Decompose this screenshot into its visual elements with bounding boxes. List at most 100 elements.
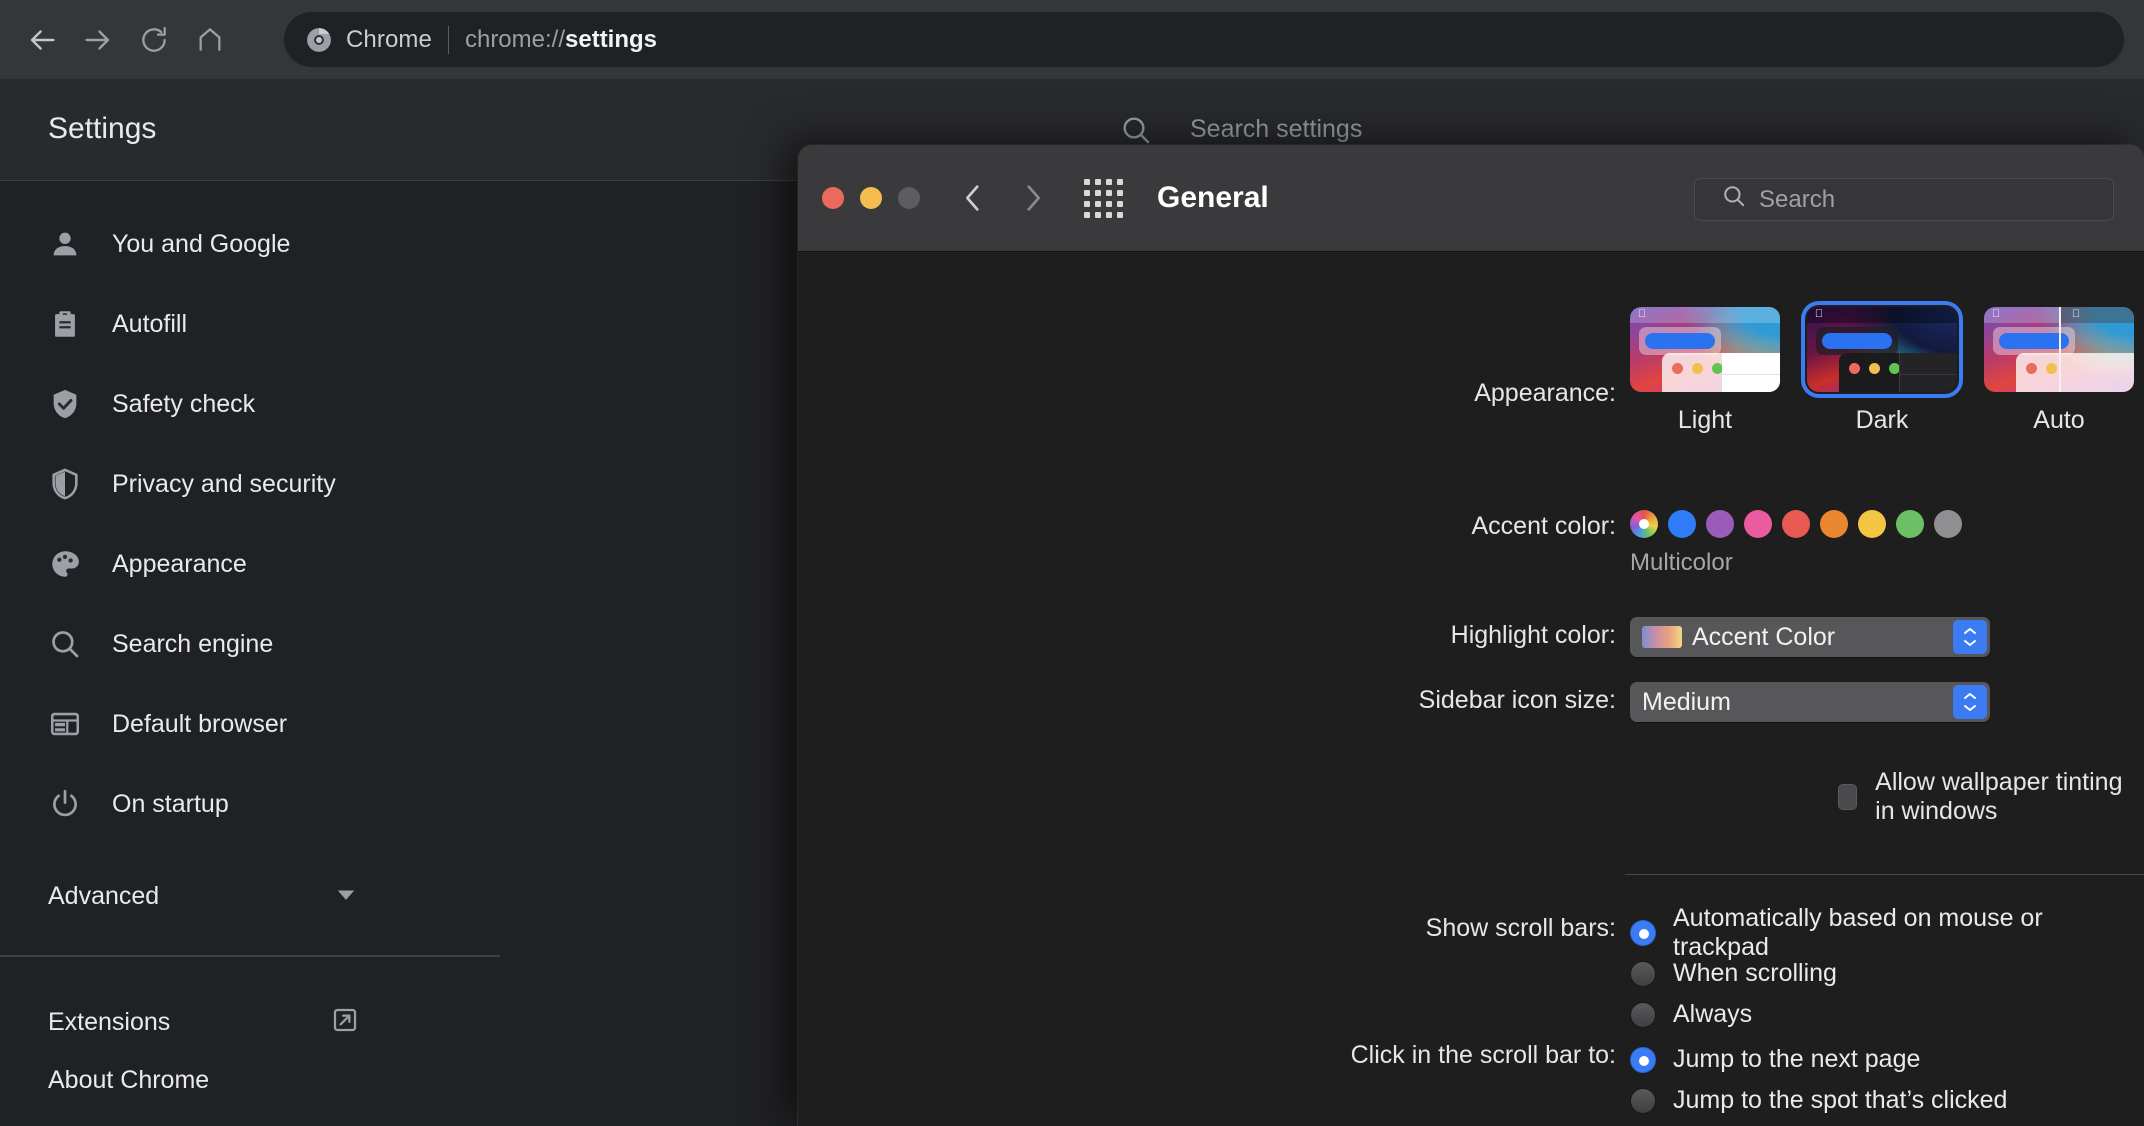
appearance-option-auto[interactable]:  [1984,307,2134,435]
dialog-button-preview [1822,333,1892,349]
appearance-setting-row: Appearance:  Light [1474,301,2134,435]
omnibox-app-name: Chrome [346,25,432,53]
sidebar-item-search-engine[interactable]: Search engine [0,615,800,673]
wallpaper-tinting-checkbox[interactable] [1838,784,1858,810]
sidebar-item-autofill[interactable]: Autofill [0,295,800,353]
accent-swatch-pink[interactable] [1744,510,1772,538]
sidebar-nav-list: You and Google Autofill Safety check Pri… [0,181,800,833]
traffic-lights-preview [1672,363,1723,374]
radio-button[interactable] [1630,919,1656,946]
sidebar-item-default-browser[interactable]: Default browser [0,695,800,753]
sidebar-item-label: You and Google [112,229,291,258]
scrollbar-option-always[interactable]: Always [1630,994,2144,1035]
scroll-click-option-next-page[interactable]: Jump to the next page [1630,1039,2007,1080]
accent-color-swatches [1630,510,1962,538]
highlight-color-row: Highlight color: Accent Color [1451,617,1990,657]
accent-swatch-multicolor[interactable] [1630,510,1658,538]
sidebar-item-label: Search engine [112,629,274,658]
sidebar-item-safety-check[interactable]: Safety check [0,375,800,433]
radio-button[interactable] [1630,1046,1656,1073]
prefs-search-field[interactable]: Search [1694,178,2114,221]
radio-label: Automatically based on mouse or trackpad [1673,903,2043,961]
appearance-thumb-dark[interactable]:  [1801,301,1963,398]
dialog-button-preview [1645,333,1715,349]
wallpaper-tinting-label: Allow wallpaper tinting in windows [1875,768,2123,825]
sidebar-item-label: Default browser [112,709,288,738]
forward-chevron-icon[interactable] [1022,181,1044,215]
traffic-lights-preview [1849,363,1900,374]
sidebar-item-label: Appearance [112,549,247,578]
scrollbar-option-automatic[interactable]: Automatically based on mouse or trackpad [1630,904,2144,961]
reload-icon[interactable] [132,18,176,62]
zoom-window-button[interactable] [898,187,920,209]
search-icon [1120,114,1152,146]
power-icon [48,787,82,821]
scroll-click-option-spot-clicked[interactable]: Jump to the spot that’s clicked [1630,1080,2007,1121]
sidebar-icon-size-value: Medium [1642,687,1731,716]
stepper-icon[interactable] [1953,685,1987,719]
prefs-titlebar: General Search [798,145,2144,252]
sidebar-item-label: Safety check [112,389,256,418]
forward-arrow-icon[interactable] [76,18,120,62]
accent-swatch-orange[interactable] [1820,510,1848,538]
external-link-icon [330,1005,360,1040]
omnibox-url-path: settings [565,25,658,53]
sidebar-item-about-chrome[interactable]: About Chrome [0,1051,800,1109]
omnibox-separator [447,25,449,54]
appearance-thumb-auto[interactable]:  [1984,307,2134,392]
shield-icon [48,467,82,501]
sidebar-item-label: On startup [112,789,229,818]
sidebar-item-label: About Chrome [48,1065,210,1094]
highlight-color-label: Highlight color: [1450,621,1616,649]
radio-label: Jump to the next page [1673,1045,1921,1073]
traffic-lights [822,187,920,209]
accent-swatch-red[interactable] [1782,510,1810,538]
omnibox-url: chrome://settings [465,26,657,54]
close-window-button[interactable] [822,187,844,209]
sidebar-item-label: Privacy and security [112,469,336,498]
radio-button[interactable] [1630,1087,1656,1114]
apple-logo-icon:  [1637,309,1647,320]
sidebar-item-label: Autofill [112,309,188,338]
sidebar-item-advanced[interactable]: Advanced [0,867,800,925]
appearance-label: Appearance: [1474,379,1616,407]
menubar-preview:  [1630,307,1780,323]
sidebar-item-on-startup[interactable]: On startup [0,775,800,833]
palette-icon [48,547,82,581]
menubar-preview:  [1807,307,1957,323]
browser-toolbar: Chrome chrome://settings [0,0,2144,79]
accent-swatch-green[interactable] [1896,510,1924,538]
radio-button[interactable] [1630,960,1656,987]
accent-swatch-graphite[interactable] [1934,510,1962,538]
stepper-icon[interactable] [1953,620,1987,654]
sidebar-icon-size-label: Sidebar icon size: [1418,686,1616,714]
radio-label: Jump to the spot that’s clicked [1673,1086,2008,1114]
sidebar-item-appearance[interactable]: Appearance [0,535,800,593]
sidebar-item-privacy-and-security[interactable]: Privacy and security [0,455,800,513]
apple-logo-icon:  [2071,309,2081,320]
omnibox-url-prefix: chrome:// [464,25,565,53]
minimize-window-button[interactable] [860,187,882,209]
show-all-grid-icon[interactable] [1084,178,1123,218]
back-arrow-icon[interactable] [20,18,64,62]
home-icon[interactable] [188,18,232,62]
wallpaper-tinting-row[interactable]: Allow wallpaper tinting in windows [1838,768,2144,826]
accent-swatch-yellow[interactable] [1858,510,1886,538]
appearance-thumb-light[interactable]:  [1630,307,1780,392]
settings-sidebar: You and Google Autofill Safety check Pri… [0,181,800,1126]
sidebar-icon-size-dropdown[interactable]: Medium [1630,682,1990,722]
accent-swatch-blue[interactable] [1668,510,1696,538]
sidebar-item-you-and-google[interactable]: You and Google [0,215,800,273]
sidebar-item-extensions[interactable]: Extensions [0,993,800,1051]
appearance-option-light[interactable]:  Light [1630,307,1780,435]
highlight-color-dropdown[interactable]: Accent Color [1630,617,1990,657]
traffic-lights-preview [2026,363,2057,374]
scroll-bar-click-row: Click in the scroll bar to: Jump to the … [1351,1039,2008,1121]
auto-split-divider [2059,307,2061,392]
omnibox[interactable]: Chrome chrome://settings [284,12,2124,67]
appearance-option-dark[interactable]:  Dark [1801,301,1963,435]
back-chevron-icon[interactable] [962,181,984,215]
radio-button[interactable] [1630,1001,1656,1028]
accent-swatch-purple[interactable] [1706,510,1734,538]
appearance-caption: Light [1677,406,1733,434]
